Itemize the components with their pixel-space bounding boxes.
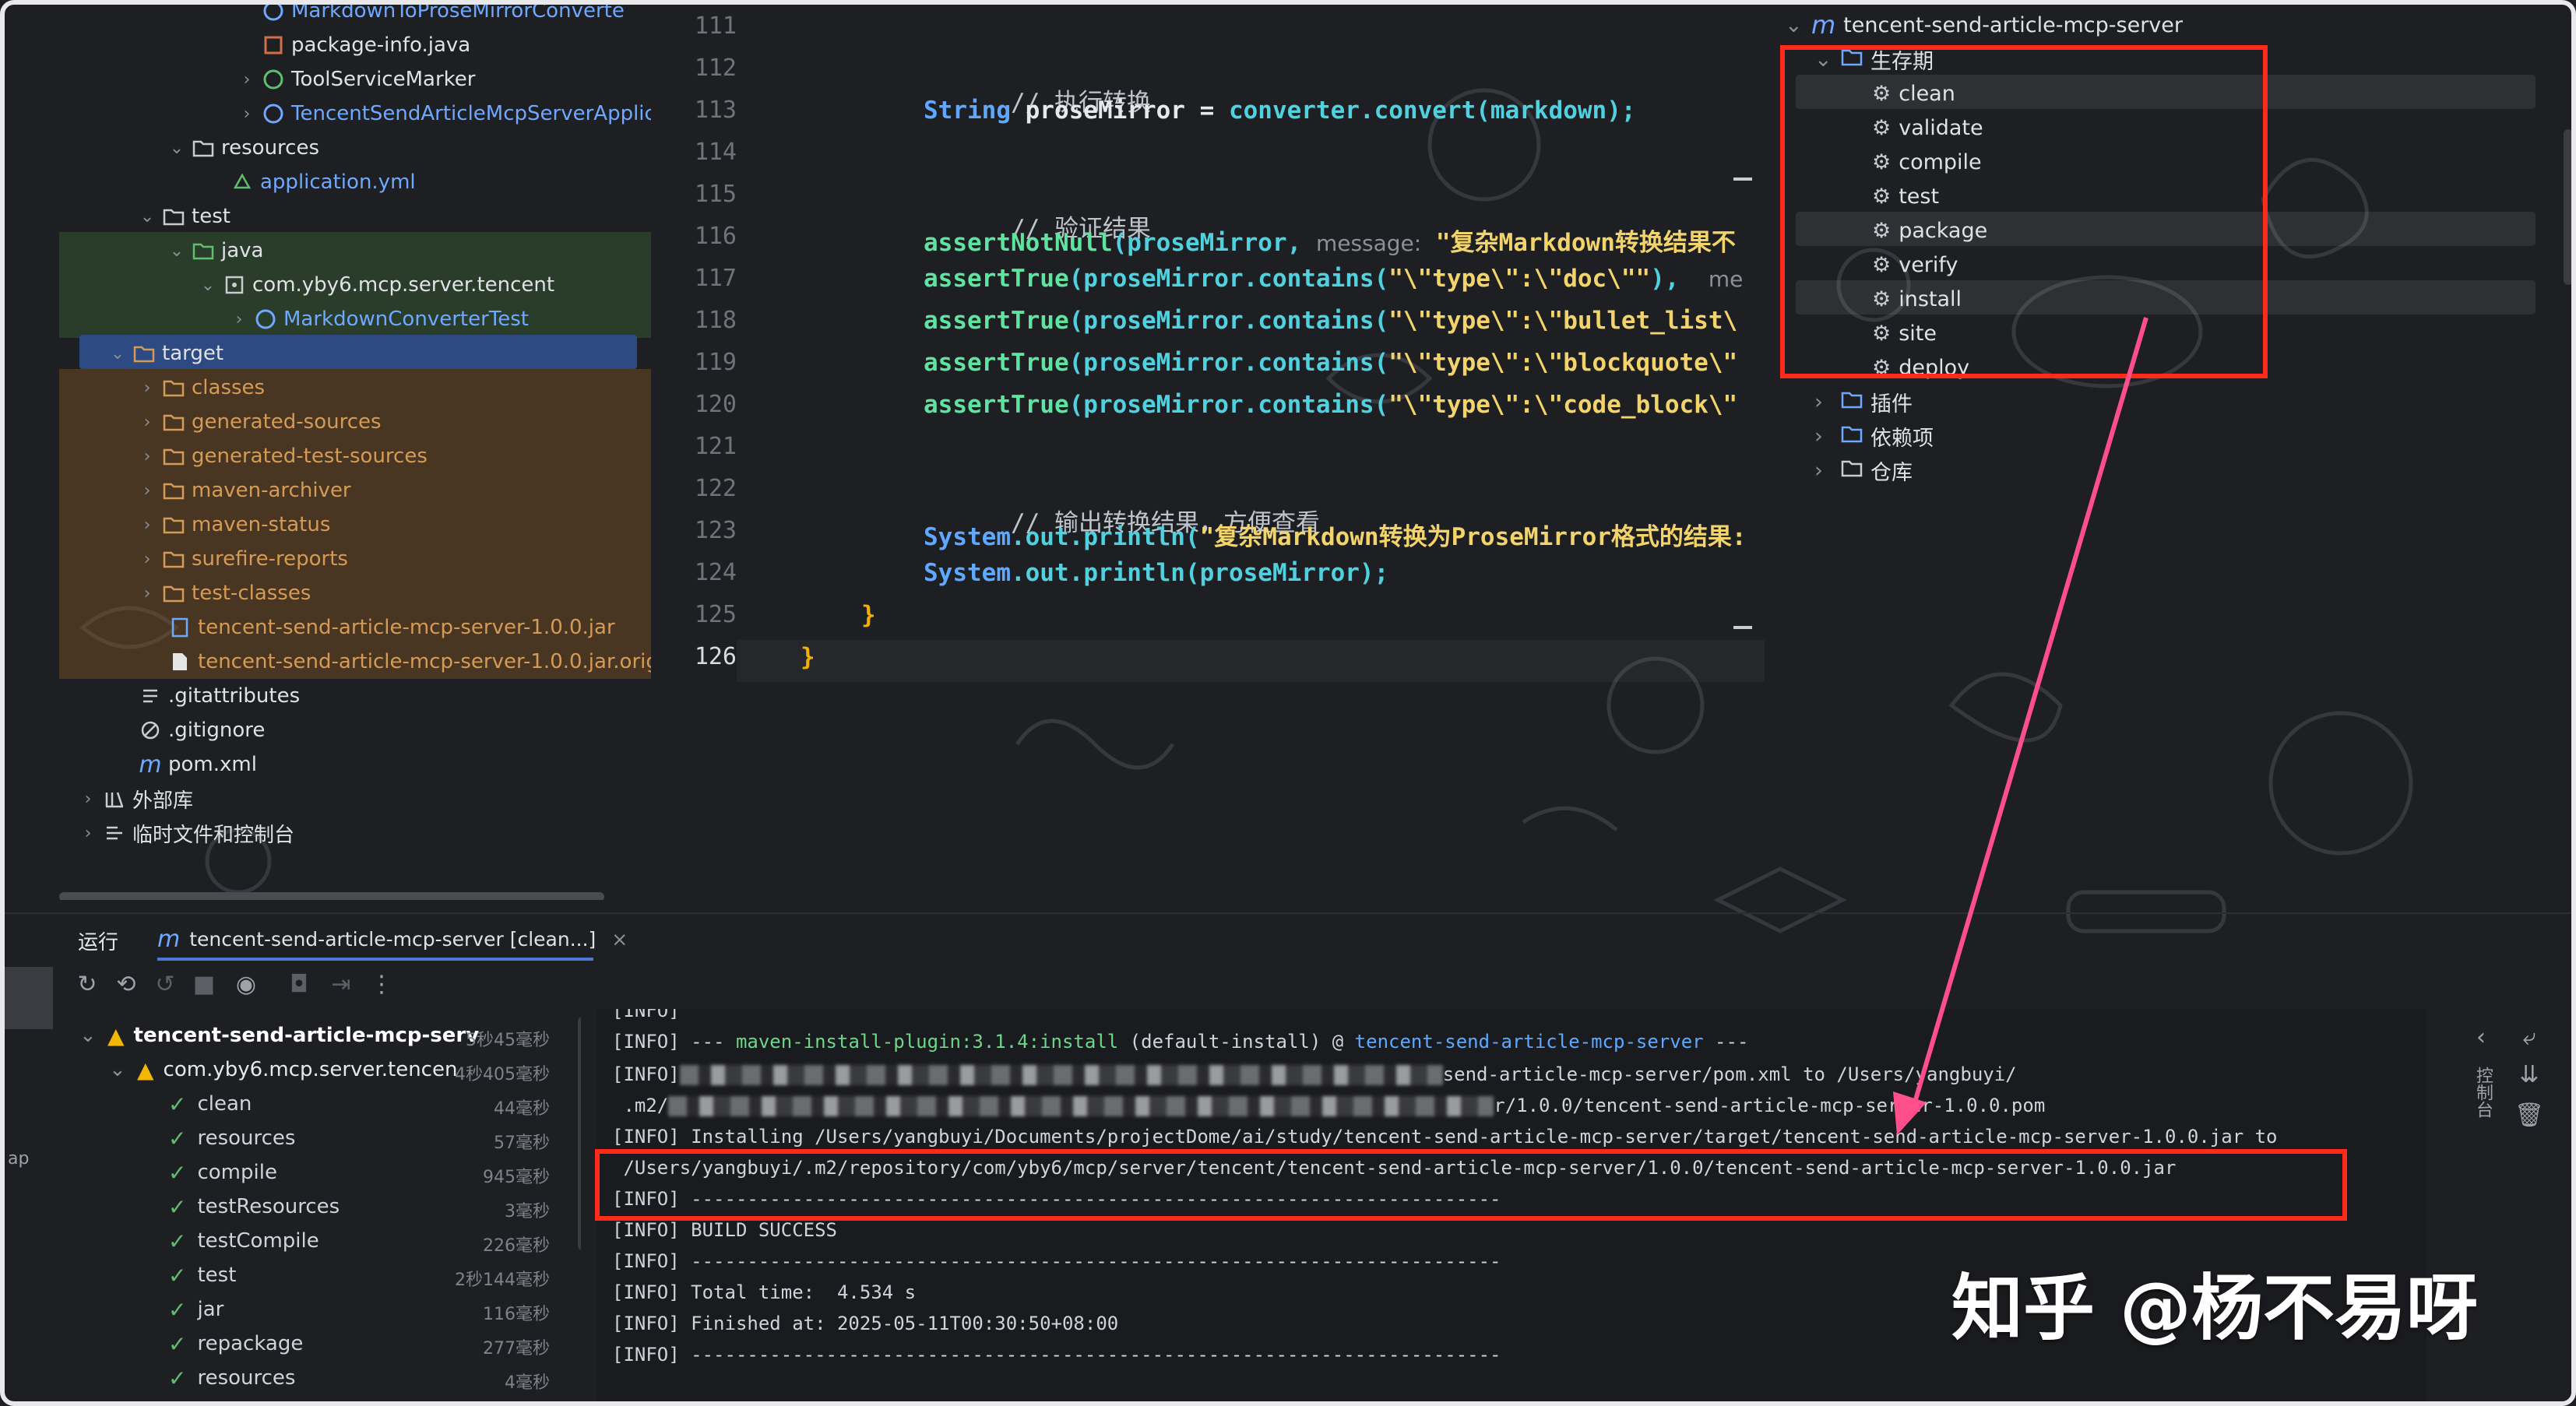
ide-window: MarkdownToProseMirrorConverte package-in… (0, 0, 2576, 1406)
annotation-arrow (1893, 317, 2148, 1135)
watermark: 知乎 @杨不易呀 (1951, 1267, 2479, 1350)
